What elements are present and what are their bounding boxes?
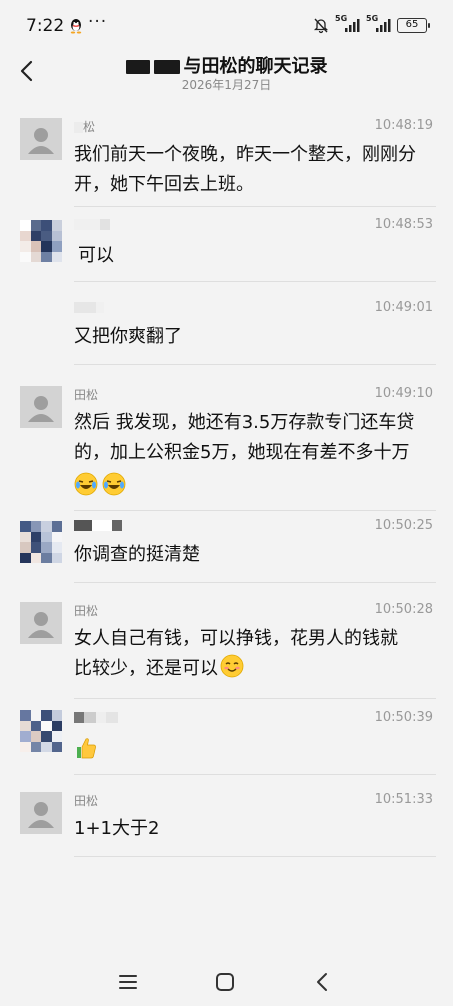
menu-button[interactable] <box>114 968 142 996</box>
nav-back-button[interactable] <box>308 968 336 996</box>
message-text: 又把你爽翻了 <box>74 326 182 347</box>
message-text: 你调查的挺清楚 <box>74 544 200 565</box>
message-text: 然后 我发现，她还有3.5万存款专门还车贷的，加上公积金5万，她现在有差不多十万 <box>74 412 415 463</box>
battery-indicator: 65 <box>397 17 430 33</box>
divider <box>74 206 436 207</box>
divider <box>74 364 436 365</box>
thumbs-up-emoji <box>77 738 96 759</box>
message-time: 10:49:01 <box>374 300 433 315</box>
default-avatar-icon <box>20 792 62 834</box>
redacted-name-block <box>74 520 92 531</box>
redacted-name-block <box>74 302 96 313</box>
more-notifications-icon: ··· <box>88 12 108 32</box>
divider <box>74 856 436 857</box>
default-avatar-icon <box>20 602 62 644</box>
back-triangle-icon <box>317 973 327 991</box>
menu-icon <box>119 975 137 989</box>
sender-name <box>74 518 122 532</box>
redacted-name-block <box>100 219 110 230</box>
status-time: 7:22 <box>26 16 65 36</box>
signal-bars-icon <box>376 19 391 32</box>
home-button[interactable] <box>211 968 239 996</box>
redacted-name-block <box>112 520 122 531</box>
page-title-text: 与田松的聊天记录 <box>183 56 328 77</box>
divider <box>74 774 436 775</box>
sender-name <box>74 217 110 231</box>
pixelated-avatar <box>20 220 62 262</box>
message-text: 1+1大于2 <box>74 818 160 839</box>
message-time: 10:48:19 <box>374 118 433 133</box>
avatar[interactable] <box>20 118 62 160</box>
bell-off-icon <box>313 18 329 34</box>
signal-bars-icon <box>345 19 360 32</box>
divider <box>74 510 436 511</box>
laughing-crying-emoji <box>102 472 126 496</box>
redacted-name-block <box>74 219 100 230</box>
page-title: 与田松的聊天记录 <box>0 52 453 78</box>
chat-record-header: 与田松的聊天记录 2026年1月27日 <box>0 52 453 102</box>
redacted-name-block <box>96 302 104 313</box>
avatar[interactable] <box>20 710 62 752</box>
sender-name: 松 <box>74 118 95 135</box>
sender-name: 田松 <box>74 604 99 618</box>
message-time: 10:50:39 <box>374 710 433 725</box>
signal-5g-2: 5G <box>366 14 392 33</box>
blushing-smile-emoji <box>220 654 244 678</box>
emoji-row <box>74 472 126 496</box>
message-time: 10:48:53 <box>374 217 433 232</box>
sender-name-text: 松 <box>83 120 96 134</box>
redacted-name-block <box>125 60 150 74</box>
sender-name: 田松 <box>74 388 99 402</box>
avatar[interactable] <box>20 521 62 563</box>
redacted-name-block <box>74 712 84 723</box>
sender-name <box>74 710 118 724</box>
pixelated-avatar <box>20 710 62 752</box>
sender-name: 田松 <box>74 794 99 808</box>
message-text: 可以 <box>78 245 114 266</box>
avatar[interactable] <box>20 792 62 834</box>
divider <box>74 698 436 699</box>
divider <box>74 582 436 583</box>
message-time: 10:49:10 <box>374 386 433 401</box>
emoji-row <box>74 736 98 764</box>
signal-5g-1: 5G <box>335 14 361 33</box>
message-text: 女人自己有钱，可以挣钱，花男人的钱就比较少，还是可以 <box>74 624 414 684</box>
status-indicators: 5G 5G 65 <box>312 14 430 34</box>
redacted-name-block <box>84 712 96 723</box>
message-time: 10:51:33 <box>374 792 433 807</box>
default-avatar-icon <box>20 386 62 428</box>
redacted-name-block <box>92 520 112 531</box>
pixelated-avatar <box>20 521 62 563</box>
default-avatar-icon <box>20 118 62 160</box>
redacted-name-block <box>106 712 118 723</box>
page-subtitle-date: 2026年1月27日 <box>181 78 272 92</box>
status-bar: 7:22 ··· 5G 5G 65 <box>0 0 453 52</box>
sender-name <box>74 300 104 314</box>
home-square-icon <box>216 973 234 991</box>
avatar[interactable] <box>20 602 62 644</box>
redacted-name-block <box>74 122 83 133</box>
redacted-name-block <box>96 712 106 723</box>
qq-penguin-icon <box>70 19 82 34</box>
message-text: 我们前天一个夜晚，昨天一个整天，刚刚分开，她下午回去上班。 <box>74 144 416 195</box>
divider <box>74 281 436 282</box>
laughing-crying-emoji <box>74 472 98 496</box>
avatar[interactable] <box>20 386 62 428</box>
avatar[interactable] <box>20 220 62 262</box>
redacted-name-block <box>153 60 180 74</box>
system-navigation-bar <box>0 960 453 1006</box>
message-time: 10:50:25 <box>374 518 433 533</box>
message-time: 10:50:28 <box>374 602 433 617</box>
